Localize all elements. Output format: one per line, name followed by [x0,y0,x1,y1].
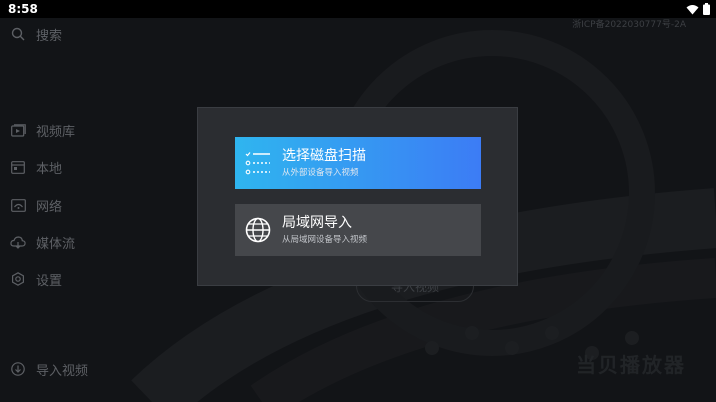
import-dialog: 选择磁盘扫描 从外部设备导入视频 局域网导入 从局域网设备导入视频 [197,107,518,286]
status-icons [686,3,710,15]
option-subtitle: 从外部设备导入视频 [282,167,359,178]
battery-icon [703,3,710,15]
wifi-icon [686,4,699,14]
checklist-icon [244,149,272,177]
option-title: 选择磁盘扫描 [282,147,366,164]
status-time: 8:58 [8,2,38,16]
globe-icon [244,216,272,244]
option-disk-scan[interactable]: 选择磁盘扫描 从外部设备导入视频 [235,137,481,189]
option-lan-import[interactable]: 局域网导入 从局域网设备导入视频 [235,204,481,256]
option-subtitle: 从局域网设备导入视频 [282,234,368,245]
status-bar: 8:58 [0,0,716,18]
option-title: 局域网导入 [282,214,352,231]
